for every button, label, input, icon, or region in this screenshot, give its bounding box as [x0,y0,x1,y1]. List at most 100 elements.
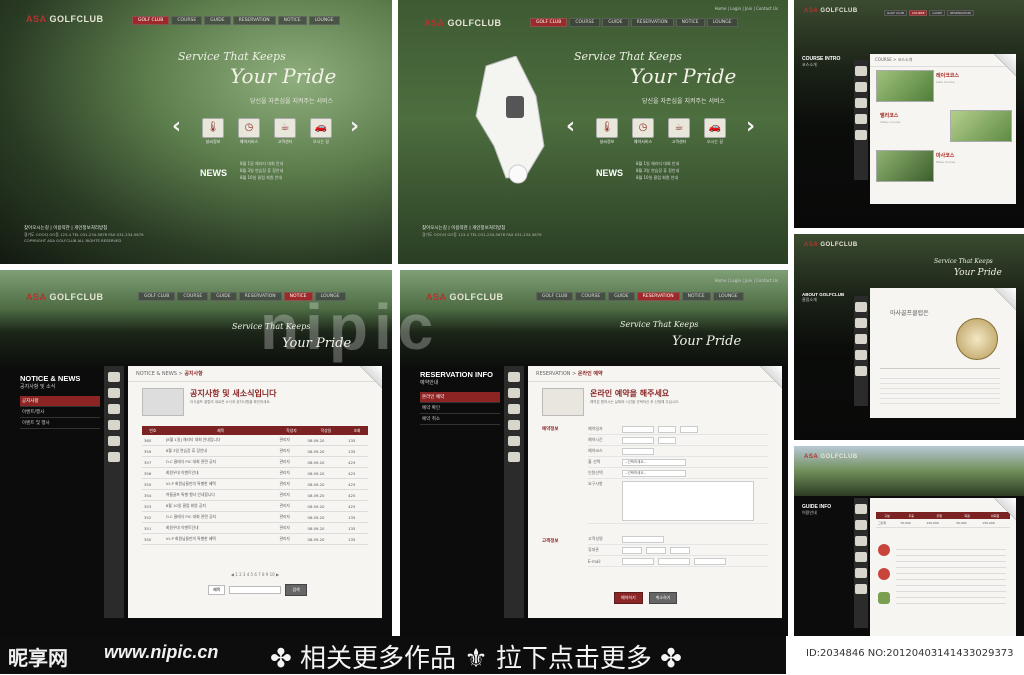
nav-guide[interactable]: GUIDE [210,292,237,301]
phone-input-1[interactable] [622,546,642,554]
table-row[interactable]: 356 회원우대 이벤트안내 관리자 08.09.20 425 [142,467,368,479]
request-textarea[interactable] [622,481,754,521]
nav-guide[interactable]: GUIDE [602,18,629,27]
next-arrow-icon[interactable]: › [746,116,755,138]
pagination[interactable]: ◀ 1 2 3 4 5 6 7 8 9 10 ▶ [128,572,382,577]
site-logo[interactable]: ASA GOLFCLUB [26,14,104,24]
news-title: NEWS [200,168,227,178]
nav-guide[interactable]: GUIDE [204,16,231,25]
nav-notice[interactable]: NOTICE [283,292,313,301]
service-directions[interactable]: 🚗 오시는 길 [702,118,728,145]
nav-lounge[interactable]: LOUNGE [712,292,744,301]
table-row[interactable]: 351 회원우대 이벤트안내 관리자 08.09.20 135 [142,522,368,534]
time-select[interactable] [622,436,654,444]
nav-course[interactable]: COURSE [575,292,607,301]
nav-golf-club[interactable]: GOLF CLUB [884,10,907,16]
nav-course[interactable]: COURSE [569,18,601,27]
slogan-line1: Service That Keeps [620,320,699,329]
nav-reservation[interactable]: RESERVATION [636,292,680,301]
reserve-button[interactable]: 예약하기 [614,592,643,604]
nav-golf-club[interactable]: GOLF CLUB [138,292,176,301]
minute-select[interactable] [658,436,676,444]
news-item[interactable]: 8월 10일 클럽 회원 안내 [636,174,679,181]
search-button[interactable]: 검색 [285,584,307,596]
sidebar-subtitle: 예약안내 [420,380,439,386]
sidebar-item-event[interactable]: 이벤트/행사 [20,407,100,418]
nav-course[interactable]: COURSE [908,10,928,16]
nav-lounge[interactable]: LOUNGE [706,18,738,27]
nav-lounge[interactable]: LOUNGE [314,292,346,301]
prev-arrow-icon[interactable]: ‹ [172,116,181,138]
site-logo[interactable]: ASA GOLFCLUB [26,292,104,302]
service-reservation[interactable]: ◷ 예약서비스 [236,118,262,145]
cancel-button[interactable]: 취소하기 [648,592,678,604]
site-logo[interactable]: ASA GOLFCLUB [804,454,858,460]
nav-golf-club[interactable]: GOLF CLUB [132,16,170,25]
news-item[interactable]: 8월 1일 채리티 대회 안내 [636,160,679,167]
news-item[interactable]: 8월 3일 연습장 휴 장안내 [240,167,283,174]
prev-arrow-icon[interactable]: ‹ [566,116,575,138]
service-customer[interactable]: ☕ 고객센터 [272,118,298,145]
table-cell: 135 [346,511,368,523]
table-row[interactable]: 360 [8월 1일] 채리티 대회 안내입니다 관리자 08.09.20 135 [142,435,368,446]
nav-course[interactable]: COURSE [177,292,209,301]
service-weather[interactable]: 🌡 날씨정보 [594,118,620,145]
news-item[interactable]: 8월 10일 클럽 회원 안내 [240,174,283,181]
nav-guide[interactable]: GUIDE [929,10,946,16]
table-row[interactable]: 355 V.I.P 회원님들만의 특별한 혜택 관리자 08.09.20 425 [142,478,368,490]
nav-guide[interactable]: GUIDE [608,292,635,301]
service-customer[interactable]: ☕ 고객센터 [666,118,692,145]
nav-reservation[interactable]: RESERVATION [947,10,974,16]
phone-input-3[interactable] [670,546,690,554]
email-id-input[interactable] [622,557,654,565]
table-row[interactable]: 354 여름골프 특별 행사 안내합니다 관리자 08.09.20 425 [142,489,368,501]
table-row[interactable]: 352 O.C 클래식 PIC 대회 관련 공지 관리자 08.09.20 135 [142,511,368,523]
table-row[interactable]: 357 O.C 클래식 PIC 대회 관련 공지 관리자 08.09.20 425 [142,456,368,468]
site-logo[interactable]: ASA GOLFCLUB [426,292,504,302]
date-select[interactable] [622,425,654,433]
nav-reservation[interactable]: RESERVATION [232,16,276,25]
phone-input-2[interactable] [646,546,666,554]
nav-golf-club[interactable]: GOLF CLUB [536,292,574,301]
course-name: 마사코스 [936,153,955,159]
site-logo[interactable]: ASA GOLFCLUB [804,242,858,248]
next-arrow-icon[interactable]: › [350,116,359,138]
site-logo[interactable]: ASA GOLFCLUB [804,8,858,14]
search-input[interactable] [229,586,282,594]
nav-reservation[interactable]: RESERVATION [238,292,282,301]
nav-golf-club[interactable]: GOLF CLUB [530,18,568,27]
course-select[interactable] [622,447,654,455]
nav-lounge[interactable]: LOUNGE [308,16,340,25]
top-links[interactable]: Home | Login | Join | Contact Us [715,278,778,283]
service-weather[interactable]: 🌡 날씨정보 [200,118,226,145]
service-directions[interactable]: 🚗 오시는 길 [308,118,334,145]
nav-notice[interactable]: NOTICE [675,18,705,27]
nav-notice[interactable]: NOTICE [277,16,307,25]
table-cell: 135 [346,522,368,534]
more-works-banner[interactable]: ✤ 相关更多作品 ⚜ 拉下点击更多 ✤ [270,638,682,675]
name-input[interactable] [622,535,664,543]
table-row[interactable]: 359 8월 3일 연습장 휴 장안내 관리자 08.09.20 135 [142,445,368,457]
news-item[interactable]: 8월 3일 연습장 휴 장안내 [636,167,679,174]
people-select[interactable]: --선택하세요-- [622,469,686,477]
nav-notice[interactable]: NOTICE [681,292,711,301]
table-row[interactable]: 353 8월 10일 클럽 회원 공지 관리자 08.09.20 425 [142,500,368,512]
sidebar-item-cancel[interactable]: 예약 취소 [420,414,500,425]
top-links[interactable]: Home | Login | Join | Contact Us [715,6,778,11]
search-select[interactable]: 제목 [208,585,226,595]
hole-select[interactable]: --선택하세요-- [622,458,686,466]
table-row[interactable]: 350 V.I.P 회원님들만의 특별한 혜택 관리자 08.09.20 135 [142,533,368,545]
email-domain-input[interactable] [658,557,690,565]
month-select[interactable] [658,425,676,433]
sidebar-item-notice[interactable]: 공지사항 [20,396,100,407]
sidebar-item-online-reservation[interactable]: 온라인 예약 [420,392,500,403]
email-domain-select[interactable] [694,557,726,565]
nav-reservation[interactable]: RESERVATION [630,18,674,27]
sidebar-item-confirm[interactable]: 예약 확인 [420,403,500,414]
service-reservation[interactable]: ◷ 예약서비스 [630,118,656,145]
sidebar-item-event-news[interactable]: 이벤트 및 행사 [20,418,100,429]
news-item[interactable]: 8월 1일 채리티 대회 안내 [240,160,283,167]
nav-course[interactable]: COURSE [171,16,203,25]
site-logo[interactable]: ASA GOLFCLUB [424,18,502,28]
day-select[interactable] [680,425,698,433]
